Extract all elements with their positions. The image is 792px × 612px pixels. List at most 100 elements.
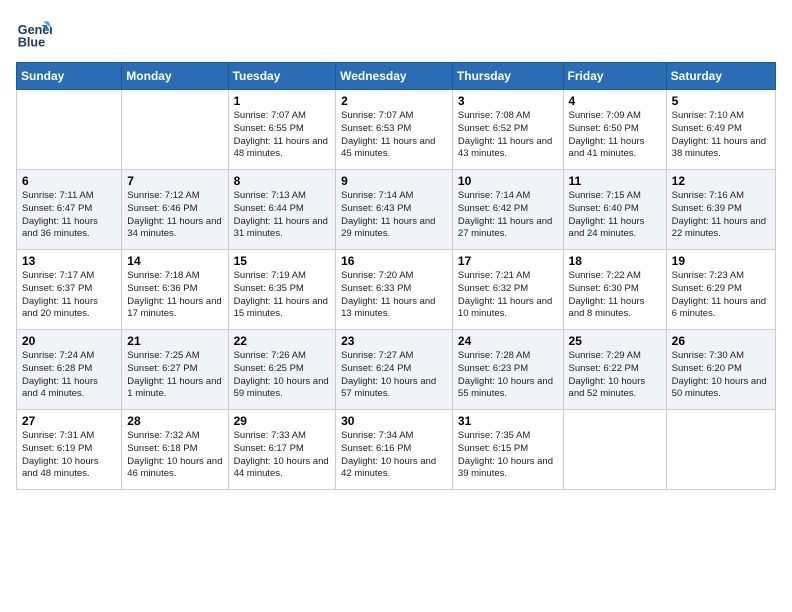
- daylight: Daylight: 11 hours and 10 minutes.: [458, 296, 552, 320]
- sunrise: Sunrise: 7:10 AM: [672, 110, 744, 121]
- calendar-cell: 16 Sunrise: 7:20 AM Sunset: 6:33 PM Dayl…: [336, 250, 453, 330]
- sunrise: Sunrise: 7:22 AM: [569, 270, 641, 281]
- day-number: 28: [127, 414, 222, 428]
- sunrise: Sunrise: 7:16 AM: [672, 190, 744, 201]
- calendar-cell: 13 Sunrise: 7:17 AM Sunset: 6:37 PM Dayl…: [17, 250, 122, 330]
- sunrise: Sunrise: 7:15 AM: [569, 190, 641, 201]
- days-header-row: SundayMondayTuesdayWednesdayThursdayFrid…: [17, 63, 776, 90]
- day-number: 20: [22, 334, 116, 348]
- calendar-cell: 25 Sunrise: 7:29 AM Sunset: 6:22 PM Dayl…: [563, 330, 666, 410]
- calendar-cell: 19 Sunrise: 7:23 AM Sunset: 6:29 PM Dayl…: [666, 250, 775, 330]
- cell-content: Sunrise: 7:08 AM Sunset: 6:52 PM Dayligh…: [458, 110, 558, 161]
- daylight: Daylight: 11 hours and 38 minutes.: [672, 136, 766, 160]
- week-row-1: 1 Sunrise: 7:07 AM Sunset: 6:55 PM Dayli…: [17, 90, 776, 170]
- daylight: Daylight: 10 hours and 46 minutes.: [127, 456, 222, 480]
- calendar-cell: [122, 90, 228, 170]
- cell-content: Sunrise: 7:14 AM Sunset: 6:43 PM Dayligh…: [341, 190, 447, 241]
- cell-content: Sunrise: 7:21 AM Sunset: 6:32 PM Dayligh…: [458, 270, 558, 321]
- sunset: Sunset: 6:40 PM: [569, 203, 639, 214]
- sunset: Sunset: 6:27 PM: [127, 363, 197, 374]
- week-row-5: 27 Sunrise: 7:31 AM Sunset: 6:19 PM Dayl…: [17, 410, 776, 490]
- day-number: 30: [341, 414, 447, 428]
- logo: General Blue: [16, 16, 56, 52]
- sunset: Sunset: 6:44 PM: [234, 203, 304, 214]
- day-number: 16: [341, 254, 447, 268]
- daylight: Daylight: 10 hours and 57 minutes.: [341, 376, 436, 400]
- sunrise: Sunrise: 7:19 AM: [234, 270, 306, 281]
- sunset: Sunset: 6:30 PM: [569, 283, 639, 294]
- day-header-monday: Monday: [122, 63, 228, 90]
- cell-content: Sunrise: 7:19 AM Sunset: 6:35 PM Dayligh…: [234, 270, 331, 321]
- calendar-cell: 21 Sunrise: 7:25 AM Sunset: 6:27 PM Dayl…: [122, 330, 228, 410]
- day-number: 18: [569, 254, 661, 268]
- sunrise: Sunrise: 7:33 AM: [234, 430, 306, 441]
- cell-content: Sunrise: 7:13 AM Sunset: 6:44 PM Dayligh…: [234, 190, 331, 241]
- sunset: Sunset: 6:46 PM: [127, 203, 197, 214]
- sunset: Sunset: 6:24 PM: [341, 363, 411, 374]
- sunrise: Sunrise: 7:32 AM: [127, 430, 199, 441]
- logo-icon: General Blue: [16, 16, 52, 52]
- week-row-3: 13 Sunrise: 7:17 AM Sunset: 6:37 PM Dayl…: [17, 250, 776, 330]
- calendar-cell: 14 Sunrise: 7:18 AM Sunset: 6:36 PM Dayl…: [122, 250, 228, 330]
- day-header-thursday: Thursday: [452, 63, 563, 90]
- daylight: Daylight: 11 hours and 36 minutes.: [22, 216, 98, 240]
- calendar-cell: [563, 410, 666, 490]
- cell-content: Sunrise: 7:28 AM Sunset: 6:23 PM Dayligh…: [458, 350, 558, 401]
- sunset: Sunset: 6:32 PM: [458, 283, 528, 294]
- calendar-cell: 10 Sunrise: 7:14 AM Sunset: 6:42 PM Dayl…: [452, 170, 563, 250]
- day-header-sunday: Sunday: [17, 63, 122, 90]
- cell-content: Sunrise: 7:32 AM Sunset: 6:18 PM Dayligh…: [127, 430, 222, 481]
- calendar-cell: [17, 90, 122, 170]
- calendar-cell: 11 Sunrise: 7:15 AM Sunset: 6:40 PM Dayl…: [563, 170, 666, 250]
- cell-content: Sunrise: 7:25 AM Sunset: 6:27 PM Dayligh…: [127, 350, 222, 401]
- sunrise: Sunrise: 7:30 AM: [672, 350, 744, 361]
- daylight: Daylight: 11 hours and 27 minutes.: [458, 216, 552, 240]
- sunset: Sunset: 6:55 PM: [234, 123, 304, 134]
- sunrise: Sunrise: 7:20 AM: [341, 270, 413, 281]
- day-number: 26: [672, 334, 770, 348]
- cell-content: Sunrise: 7:07 AM Sunset: 6:55 PM Dayligh…: [234, 110, 331, 161]
- sunset: Sunset: 6:35 PM: [234, 283, 304, 294]
- day-number: 21: [127, 334, 222, 348]
- daylight: Daylight: 11 hours and 45 minutes.: [341, 136, 435, 160]
- calendar-cell: 20 Sunrise: 7:24 AM Sunset: 6:28 PM Dayl…: [17, 330, 122, 410]
- cell-content: Sunrise: 7:26 AM Sunset: 6:25 PM Dayligh…: [234, 350, 331, 401]
- sunset: Sunset: 6:20 PM: [672, 363, 742, 374]
- calendar-cell: 7 Sunrise: 7:12 AM Sunset: 6:46 PM Dayli…: [122, 170, 228, 250]
- day-number: 8: [234, 174, 331, 188]
- calendar-cell: 12 Sunrise: 7:16 AM Sunset: 6:39 PM Dayl…: [666, 170, 775, 250]
- sunrise: Sunrise: 7:26 AM: [234, 350, 306, 361]
- sunrise: Sunrise: 7:23 AM: [672, 270, 744, 281]
- cell-content: Sunrise: 7:35 AM Sunset: 6:15 PM Dayligh…: [458, 430, 558, 481]
- daylight: Daylight: 11 hours and 17 minutes.: [127, 296, 221, 320]
- daylight: Daylight: 10 hours and 39 minutes.: [458, 456, 553, 480]
- cell-content: Sunrise: 7:18 AM Sunset: 6:36 PM Dayligh…: [127, 270, 222, 321]
- sunrise: Sunrise: 7:12 AM: [127, 190, 199, 201]
- sunrise: Sunrise: 7:21 AM: [458, 270, 530, 281]
- day-number: 15: [234, 254, 331, 268]
- calendar-cell: 18 Sunrise: 7:22 AM Sunset: 6:30 PM Dayl…: [563, 250, 666, 330]
- calendar-cell: 22 Sunrise: 7:26 AM Sunset: 6:25 PM Dayl…: [228, 330, 336, 410]
- sunset: Sunset: 6:16 PM: [341, 443, 411, 454]
- sunrise: Sunrise: 7:35 AM: [458, 430, 530, 441]
- calendar-cell: 30 Sunrise: 7:34 AM Sunset: 6:16 PM Dayl…: [336, 410, 453, 490]
- calendar-cell: 5 Sunrise: 7:10 AM Sunset: 6:49 PM Dayli…: [666, 90, 775, 170]
- sunrise: Sunrise: 7:09 AM: [569, 110, 641, 121]
- day-header-saturday: Saturday: [666, 63, 775, 90]
- daylight: Daylight: 10 hours and 48 minutes.: [22, 456, 99, 480]
- daylight: Daylight: 10 hours and 50 minutes.: [672, 376, 767, 400]
- day-number: 6: [22, 174, 116, 188]
- sunset: Sunset: 6:29 PM: [672, 283, 742, 294]
- sunset: Sunset: 6:36 PM: [127, 283, 197, 294]
- daylight: Daylight: 11 hours and 20 minutes.: [22, 296, 98, 320]
- day-number: 3: [458, 94, 558, 108]
- daylight: Daylight: 11 hours and 24 minutes.: [569, 216, 645, 240]
- cell-content: Sunrise: 7:29 AM Sunset: 6:22 PM Dayligh…: [569, 350, 661, 401]
- calendar-cell: 3 Sunrise: 7:08 AM Sunset: 6:52 PM Dayli…: [452, 90, 563, 170]
- week-row-2: 6 Sunrise: 7:11 AM Sunset: 6:47 PM Dayli…: [17, 170, 776, 250]
- cell-content: Sunrise: 7:15 AM Sunset: 6:40 PM Dayligh…: [569, 190, 661, 241]
- daylight: Daylight: 11 hours and 31 minutes.: [234, 216, 328, 240]
- day-number: 9: [341, 174, 447, 188]
- day-number: 4: [569, 94, 661, 108]
- sunset: Sunset: 6:47 PM: [22, 203, 92, 214]
